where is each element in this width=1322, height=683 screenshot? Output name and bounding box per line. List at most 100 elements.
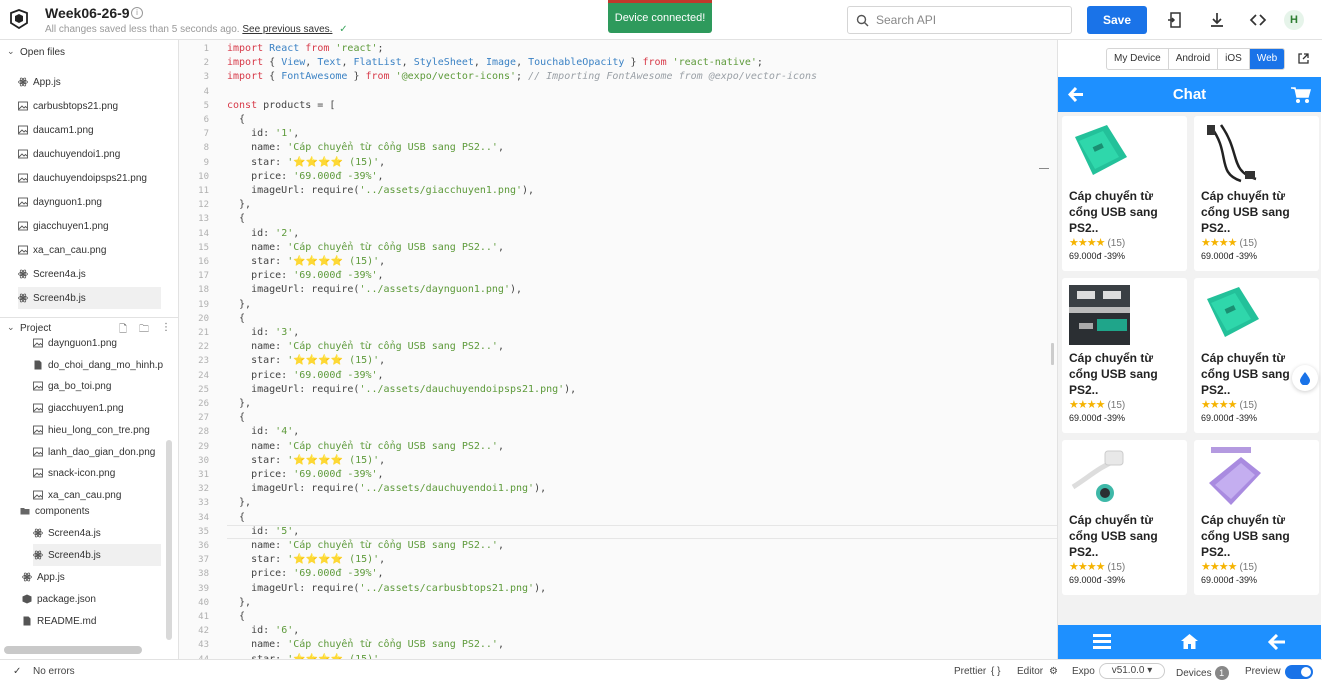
devices-button[interactable]: Devices 1	[1176, 666, 1229, 680]
open-in-device-icon[interactable]	[1166, 11, 1184, 29]
product-card[interactable]: Cáp chuyển từ cổng USB sang PS2.. ★★★★ (15…	[1194, 440, 1319, 595]
preview-toggle[interactable]	[1285, 665, 1313, 679]
sidebar-vertical-scrollbar[interactable]	[166, 440, 172, 640]
product-card[interactable]: Cáp chuyển từ cổng USB sang PS2.. ★★★★ (15…	[1062, 116, 1187, 271]
line-number: 40	[198, 597, 209, 608]
gear-icon[interactable]: ⚙	[1049, 666, 1058, 677]
product-image[interactable]	[1069, 285, 1130, 345]
tab-ios[interactable]: iOS	[1218, 49, 1250, 69]
code-token: id:	[227, 525, 276, 537]
embed-code-icon[interactable]	[1249, 11, 1267, 29]
product-name: Cáp chuyển từ cổng USB sang PS2..	[1069, 351, 1158, 397]
errors-status[interactable]: No errors	[33, 666, 75, 677]
file-item[interactable]: Screen4b.js	[18, 287, 161, 309]
preview-pane: My Device Android iOS Web Chat Cáp chuyển t…	[1057, 40, 1322, 659]
user-avatar[interactable]: H	[1284, 10, 1304, 30]
arrow-left-icon[interactable]	[1268, 634, 1286, 650]
react-file-icon	[22, 572, 32, 582]
product-image[interactable]	[1201, 123, 1262, 183]
open-external-icon[interactable]	[1297, 52, 1310, 65]
file-item[interactable]: dauchuyendoi1.png	[18, 143, 161, 165]
file-item[interactable]: dauchuyendoipsps21.png	[18, 167, 161, 189]
sidebar-horizontal-scrollbar[interactable]	[4, 646, 142, 654]
home-icon[interactable]	[1180, 633, 1199, 650]
search-api-input[interactable]	[876, 11, 1066, 29]
file-item[interactable]: giacchuyen1.png	[33, 397, 161, 419]
product-image[interactable]	[1069, 123, 1130, 183]
code-editor[interactable]: 1 import React from 'react'; 2 import { Vie…	[179, 40, 1057, 659]
product-image[interactable]	[1201, 285, 1262, 345]
product-card[interactable]: Cáp chuyển từ cổng USB sang PS2.. ★★★★ (15…	[1062, 278, 1187, 433]
shopping-cart-icon[interactable]	[1291, 86, 1311, 104]
pane-resize-handle[interactable]	[1051, 343, 1054, 365]
file-item[interactable]: giacchuyen1.png	[18, 215, 161, 237]
sdk-version-select[interactable]: v51.0.0 ▾	[1099, 663, 1165, 679]
line-number: 41	[198, 612, 209, 622]
editor-settings-label[interactable]: Editor	[1017, 666, 1043, 677]
ai-assist-button[interactable]	[1292, 365, 1318, 391]
tab-my-device[interactable]: My Device	[1107, 49, 1169, 69]
tab-android[interactable]: Android	[1169, 49, 1219, 69]
line-number: 4	[203, 86, 209, 97]
code-token: ,	[293, 128, 300, 140]
save-button[interactable]: Save	[1087, 6, 1147, 34]
file-item[interactable]: App.js	[22, 566, 161, 588]
code-text: name: 'Cáp chuyển từ cổng USB sang PS2..…	[227, 340, 504, 354]
file-name: giacchuyen1.png	[48, 403, 124, 415]
code-token: name:	[227, 540, 288, 551]
code-token: id:	[227, 625, 276, 637]
file-item[interactable]: do_choi_dang_mo_hinh.p	[33, 354, 163, 376]
code-text: imageUrl: require('../assets/dauchuyendo…	[227, 383, 576, 397]
project-title[interactable]: Week06-26-9	[45, 5, 130, 21]
code-token: '6'	[275, 625, 294, 637]
file-item[interactable]: lanh_dao_gian_don.png	[33, 441, 161, 463]
file-item[interactable]: snack-icon.png	[33, 462, 161, 484]
file-item[interactable]: Screen4b.js	[33, 544, 161, 566]
line-number: 18	[198, 285, 209, 296]
file-item[interactable]: hieu_long_con_tre.png	[33, 419, 161, 441]
file-item[interactable]: carbusbtops21.png	[18, 95, 161, 117]
product-image[interactable]	[1069, 447, 1130, 507]
image-file-icon	[18, 197, 28, 207]
file-item[interactable]: xa_can_cau.png	[18, 239, 161, 261]
code-text: imageUrl: require('../assets/daynguon1.p…	[227, 283, 522, 297]
line-number: 24	[198, 370, 209, 381]
file-item[interactable]: ga_bo_toi.png	[33, 375, 161, 397]
info-icon[interactable]: i	[131, 7, 143, 19]
code-token: name:	[227, 241, 288, 253]
code-token: ;	[756, 57, 763, 69]
previous-saves-link[interactable]: See previous saves.	[242, 24, 332, 35]
braces-icon[interactable]: { }	[991, 666, 1000, 677]
code-token: '⭐⭐⭐⭐ (15)'	[287, 256, 380, 267]
file-item[interactable]: App.js	[18, 71, 161, 93]
menu-bars-icon[interactable]	[1093, 634, 1111, 649]
code-text: star: '⭐⭐⭐⭐ (15)',	[227, 454, 385, 468]
file-item[interactable]: Screen4a.js	[33, 522, 161, 544]
code-token: id:	[227, 227, 276, 239]
file-item[interactable]: daynguon1.png	[18, 191, 161, 213]
line-number: 27	[198, 413, 209, 424]
snack-logo-icon[interactable]	[9, 9, 29, 29]
file-item[interactable]: Screen4a.js	[18, 263, 161, 285]
product-card[interactable]: Cáp chuyển từ cổng USB sang PS2.. ★★★★ (15…	[1194, 278, 1319, 433]
file-item[interactable]: daucam1.png	[18, 119, 161, 141]
download-icon[interactable]	[1208, 11, 1226, 29]
tab-web[interactable]: Web	[1249, 49, 1285, 69]
devices-count-badge: 1	[1214, 666, 1229, 680]
product-image[interactable]	[1201, 447, 1262, 507]
product-card[interactable]: Cáp chuyển từ cổng USB sang PS2.. ★★★★ (15…	[1194, 116, 1319, 271]
file-item[interactable]: daynguon1.png	[33, 332, 161, 354]
product-card[interactable]: Cáp chuyển từ cổng USB sang PS2.. ★★★★ (15…	[1062, 440, 1187, 595]
prettier-toggle[interactable]: Prettier	[954, 666, 986, 677]
search-api-box[interactable]	[847, 6, 1072, 34]
code-token: price:	[227, 469, 294, 480]
code-token: import	[227, 43, 270, 54]
file-item[interactable]: README.md	[22, 610, 161, 632]
line-number: 11	[198, 186, 209, 196]
open-files-header[interactable]: ⌄ Open files	[0, 42, 178, 62]
folder-item[interactable]: components	[20, 500, 161, 522]
file-item[interactable]: package.json	[22, 588, 161, 610]
product-name: Cáp chuyển từ cổng USB sang PS2..	[1069, 189, 1158, 235]
more-options-icon[interactable]: ⋮	[161, 322, 171, 333]
code-token: ,	[377, 469, 384, 480]
